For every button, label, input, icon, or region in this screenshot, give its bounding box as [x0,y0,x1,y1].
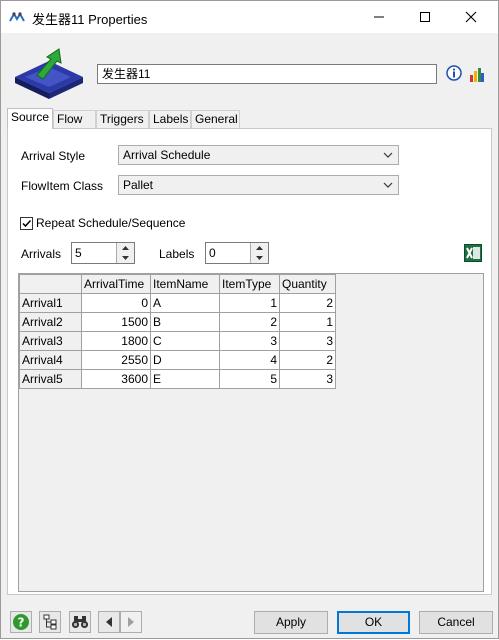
item-type-cell[interactable]: 3 [219,331,280,351]
arrivals-spinner[interactable]: 5 [71,242,135,264]
quantity-cell[interactable]: 3 [279,369,336,389]
tab-labels[interactable]: Labels [149,110,191,128]
item-type-cell[interactable]: 5 [219,369,280,389]
triangle-down-icon [122,256,129,260]
item-name-cell[interactable]: B [150,312,220,332]
quantity-cell[interactable]: 3 [279,331,336,351]
item-type-cell[interactable]: 2 [219,312,280,332]
table-row: Arrival4 2550 D 4 2 [19,350,336,370]
arrival-time-cell[interactable]: 1500 [81,312,151,332]
arrivals-spin-buttons [116,243,134,263]
arrival-style-label: Arrival Style [21,149,86,163]
maximize-icon [420,12,430,22]
table-row: Arrival2 1500 B 2 1 [19,312,336,332]
tree-view-button[interactable] [39,611,61,633]
tab-source[interactable]: Source [7,108,53,129]
column-header[interactable]: ItemType [219,274,280,294]
app-logo-icon [9,12,25,22]
column-header[interactable]: ArrivalTime [81,274,151,294]
svg-text:?: ? [18,616,25,630]
apply-button[interactable]: Apply [254,611,328,634]
close-icon [465,11,477,23]
item-name-cell[interactable]: E [150,369,220,389]
item-name-cell[interactable]: D [150,350,220,370]
bottom-toolbar: ? Apply OK Cancel [1,600,498,640]
window-title: 发生器11 Properties [32,12,148,27]
repeat-schedule-label: Repeat Schedule/Sequence [36,216,186,230]
cancel-button[interactable]: Cancel [419,611,493,634]
title-bar[interactable]: 发生器11 Properties [1,1,498,33]
flowitem-class-select[interactable]: Pallet [118,175,399,195]
column-header[interactable]: Quantity [279,274,336,294]
labels-count-label: Labels [159,247,195,261]
labels-spinner[interactable]: 0 [205,242,269,264]
labels-value: 0 [209,246,216,260]
arrival-style-select[interactable]: Arrival Schedule [118,145,399,165]
maximize-button[interactable] [402,1,448,33]
item-name-cell[interactable]: C [150,331,220,351]
arrival-schedule-table: ArrivalTime ItemName ItemType Quantity A… [18,273,484,592]
item-type-cell[interactable]: 1 [219,293,280,313]
arrival-style-value: Arrival Schedule [123,148,211,162]
arrivals-value: 5 [75,246,82,260]
arrow-right-icon [128,617,134,627]
schedule-grid: ArrivalTime ItemName ItemType Quantity A… [19,274,336,389]
flowitem-class-label: FlowItem Class [21,179,104,193]
quantity-cell[interactable]: 2 [279,293,336,313]
quantity-cell[interactable]: 2 [279,350,336,370]
labels-spin-buttons [250,243,268,263]
object-header: 发生器11 [1,33,498,107]
info-icon[interactable] [446,65,462,81]
arrivals-decrement-button[interactable] [117,253,134,263]
row-header[interactable]: Arrival5 [19,369,82,389]
minimize-button[interactable] [356,1,402,33]
source-object-icon [15,48,83,99]
binoculars-icon [71,616,89,629]
arrival-time-cell[interactable]: 0 [81,293,151,313]
triangle-up-icon [256,246,263,250]
row-header[interactable]: Arrival1 [19,293,82,313]
close-button[interactable] [448,1,494,33]
row-header[interactable]: Arrival4 [19,350,82,370]
quantity-cell[interactable]: 1 [279,312,336,332]
row-header[interactable]: Arrival2 [19,312,82,332]
repeat-schedule-checkbox[interactable] [20,217,33,230]
table-row: Arrival1 0 A 1 2 [19,293,336,313]
next-button[interactable] [120,611,142,633]
triangle-down-icon [256,256,263,260]
tab-general[interactable]: General [191,110,240,128]
help-icon: ? [13,614,29,630]
chevron-down-icon [383,182,393,188]
minimize-icon [374,16,384,18]
flowitem-class-value: Pallet [123,178,154,192]
table-row: Arrival5 3600 E 5 3 [19,369,336,389]
arrivals-label: Arrivals [21,247,62,261]
table-corner-cell[interactable] [19,274,82,294]
item-type-cell[interactable]: 4 [219,350,280,370]
previous-button[interactable] [98,611,120,633]
column-header[interactable]: ItemName [150,274,220,294]
help-button[interactable]: ? [10,611,32,633]
find-button[interactable] [69,611,91,633]
table-row: Arrival3 1800 C 3 3 [19,331,336,351]
excel-icon[interactable] [464,244,482,262]
checkmark-icon [22,219,32,228]
arrival-time-cell[interactable]: 1800 [81,331,151,351]
chevron-down-icon [383,152,393,158]
arrow-left-icon [106,617,112,627]
arrival-time-cell[interactable]: 3600 [81,369,151,389]
tab-flow[interactable]: Flow [53,110,96,128]
tab-triggers[interactable]: Triggers [96,110,149,128]
tree-icon [43,614,57,630]
arrival-time-cell[interactable]: 2550 [81,350,151,370]
properties-window: 发生器11 Properties 发生器11 Source Flow Trigg… [0,0,499,639]
chart-icon[interactable] [469,65,485,83]
ok-button[interactable]: OK [337,611,410,634]
triangle-up-icon [122,246,129,250]
object-name-input[interactable]: 发生器11 [97,64,437,84]
row-header[interactable]: Arrival3 [19,331,82,351]
item-name-cell[interactable]: A [150,293,220,313]
labels-decrement-button[interactable] [251,253,268,263]
